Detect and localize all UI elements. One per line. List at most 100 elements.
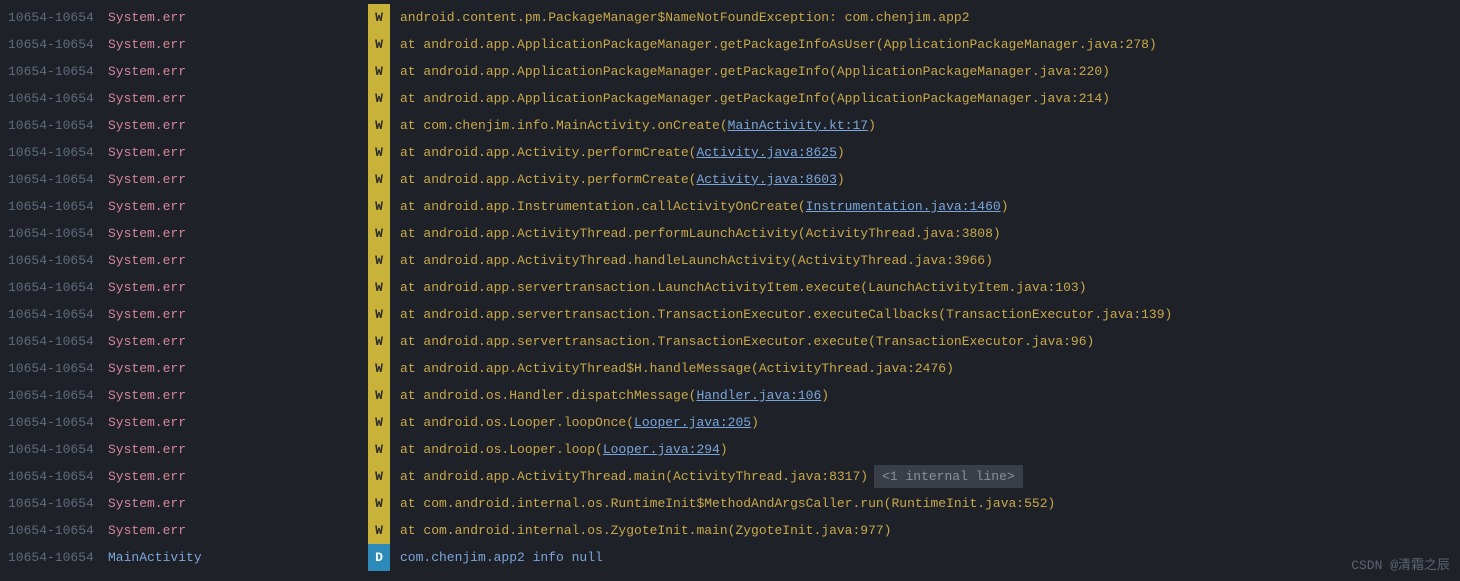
pid: 10654-10654 xyxy=(8,467,108,487)
log-tag: System.err xyxy=(108,89,368,109)
log-tag: System.err xyxy=(108,440,368,460)
log-line: 10654-10654System.errW at android.app.Ac… xyxy=(8,463,1452,490)
log-line: 10654-10654System.errW at android.app.Ac… xyxy=(8,355,1452,382)
log-line: 10654-10654System.errW at com.android.in… xyxy=(8,490,1452,517)
log-line: 10654-10654System.errW at android.app.Ac… xyxy=(8,247,1452,274)
log-level-W: W xyxy=(368,490,390,517)
log-line: 10654-10654System.errW at android.app.Ac… xyxy=(8,220,1452,247)
pid: 10654-10654 xyxy=(8,35,108,55)
log-level-W: W xyxy=(368,247,390,274)
log-line: 10654-10654System.errW at android.app.Ac… xyxy=(8,139,1452,166)
log-tag: System.err xyxy=(108,278,368,298)
log-message: at android.os.Handler.dispatchMessage(Ha… xyxy=(400,386,829,406)
message-text: at com.android.internal.os.RuntimeInit$M… xyxy=(400,496,1055,511)
log-tag: System.err xyxy=(108,251,368,271)
pid: 10654-10654 xyxy=(8,197,108,217)
pid: 10654-10654 xyxy=(8,170,108,190)
log-message: at android.app.ApplicationPackageManager… xyxy=(400,89,1110,109)
message-text: at android.app.Activity.performCreate( xyxy=(400,172,696,187)
log-level-W: W xyxy=(368,166,390,193)
log-message: at android.app.ActivityThread.main(Activ… xyxy=(400,467,868,487)
log-tag: System.err xyxy=(108,305,368,325)
message-text: at android.app.ActivityThread$H.handleMe… xyxy=(400,361,954,376)
log-message: com.chenjim.app2 info null xyxy=(400,548,603,568)
log-tag: System.err xyxy=(108,521,368,541)
source-link[interactable]: MainActivity.kt:17 xyxy=(728,118,868,133)
pid: 10654-10654 xyxy=(8,116,108,136)
log-line: 10654-10654System.errW at android.os.Han… xyxy=(8,382,1452,409)
message-text: com.chenjim.app2 info null xyxy=(400,550,603,565)
log-line: 10654-10654System.errWandroid.content.pm… xyxy=(8,4,1452,31)
log-message: at android.os.Looper.loop(Looper.java:29… xyxy=(400,440,728,460)
log-level-W: W xyxy=(368,4,390,31)
log-line: 10654-10654System.errW at android.os.Loo… xyxy=(8,409,1452,436)
message-text: at android.app.ApplicationPackageManager… xyxy=(400,91,1110,106)
source-link[interactable]: Activity.java:8603 xyxy=(696,172,836,187)
log-level-W: W xyxy=(368,274,390,301)
log-level-W: W xyxy=(368,328,390,355)
pid: 10654-10654 xyxy=(8,521,108,541)
message-text: ) xyxy=(821,388,829,403)
log-tag: System.err xyxy=(108,386,368,406)
log-message: at android.app.Instrumentation.callActiv… xyxy=(400,197,1009,217)
log-message: at android.app.ApplicationPackageManager… xyxy=(400,35,1157,55)
pid: 10654-10654 xyxy=(8,224,108,244)
pid: 10654-10654 xyxy=(8,143,108,163)
log-tag: System.err xyxy=(108,359,368,379)
log-level-W: W xyxy=(368,220,390,247)
log-tag: System.err xyxy=(108,332,368,352)
source-link[interactable]: Handler.java:106 xyxy=(696,388,821,403)
log-tag: System.err xyxy=(108,62,368,82)
log-line: 10654-10654System.errW at android.app.se… xyxy=(8,328,1452,355)
log-tag: System.err xyxy=(108,35,368,55)
log-tag: System.err xyxy=(108,467,368,487)
log-message: at android.app.ActivityThread$H.handleMe… xyxy=(400,359,954,379)
log-level-W: W xyxy=(368,301,390,328)
message-text: ) xyxy=(837,172,845,187)
log-level-W: W xyxy=(368,463,390,490)
log-level-W: W xyxy=(368,436,390,463)
source-link[interactable]: Instrumentation.java:1460 xyxy=(806,199,1001,214)
pid: 10654-10654 xyxy=(8,332,108,352)
log-level-W: W xyxy=(368,31,390,58)
log-line: 10654-10654System.errW at android.app.In… xyxy=(8,193,1452,220)
message-text: ) xyxy=(1001,199,1009,214)
log-level-D: D xyxy=(368,544,390,571)
log-message: at android.app.servertransaction.LaunchA… xyxy=(400,278,1087,298)
source-link[interactable]: Looper.java:294 xyxy=(603,442,720,457)
pid: 10654-10654 xyxy=(8,494,108,514)
message-text: at com.android.internal.os.ZygoteInit.ma… xyxy=(400,523,891,538)
log-line: 10654-10654System.errW at android.os.Loo… xyxy=(8,436,1452,463)
log-tag: System.err xyxy=(108,143,368,163)
log-line: 10654-10654System.errW at android.app.se… xyxy=(8,274,1452,301)
log-line: 10654-10654System.errW at android.app.Ap… xyxy=(8,31,1452,58)
message-text: at android.app.servertransaction.Transac… xyxy=(400,334,1094,349)
log-message: at android.app.Activity.performCreate(Ac… xyxy=(400,143,845,163)
log-level-W: W xyxy=(368,139,390,166)
message-text: android.content.pm.PackageManager$NameNo… xyxy=(400,10,970,25)
log-level-W: W xyxy=(368,85,390,112)
message-text: at android.app.ActivityThread.main(Activ… xyxy=(400,469,868,484)
message-text: at com.chenjim.info.MainActivity.onCreat… xyxy=(400,118,728,133)
log-tag: System.err xyxy=(108,8,368,28)
source-link[interactable]: Activity.java:8625 xyxy=(696,145,836,160)
message-text: at android.os.Handler.dispatchMessage( xyxy=(400,388,696,403)
internal-lines-badge[interactable]: <1 internal line> xyxy=(874,465,1023,489)
message-text: ) xyxy=(868,118,876,133)
log-message: at com.android.internal.os.ZygoteInit.ma… xyxy=(400,521,891,541)
message-text: at android.os.Looper.loopOnce( xyxy=(400,415,634,430)
pid: 10654-10654 xyxy=(8,62,108,82)
message-text: at android.app.Instrumentation.callActiv… xyxy=(400,199,806,214)
source-link[interactable]: Looper.java:205 xyxy=(634,415,751,430)
log-tag: System.err xyxy=(108,197,368,217)
message-text: at android.app.servertransaction.LaunchA… xyxy=(400,280,1087,295)
message-text: at android.app.ApplicationPackageManager… xyxy=(400,37,1157,52)
pid: 10654-10654 xyxy=(8,386,108,406)
log-level-W: W xyxy=(368,193,390,220)
log-tag: System.err xyxy=(108,494,368,514)
logcat-output: 10654-10654System.errWandroid.content.pm… xyxy=(8,4,1452,571)
log-level-W: W xyxy=(368,112,390,139)
log-tag: System.err xyxy=(108,170,368,190)
log-message: at android.app.ApplicationPackageManager… xyxy=(400,62,1110,82)
message-text: at android.app.ActivityThread.handleLaun… xyxy=(400,253,993,268)
